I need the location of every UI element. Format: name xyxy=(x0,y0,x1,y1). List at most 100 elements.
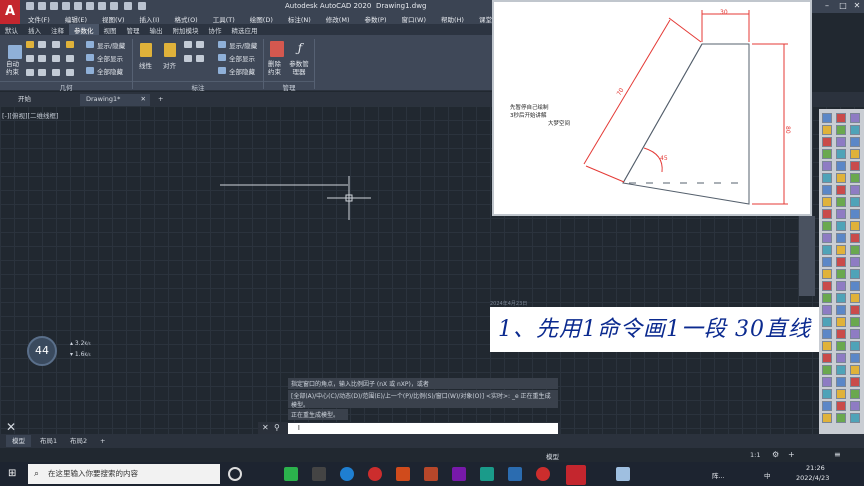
toolbar-tool-icon[interactable] xyxy=(850,413,860,423)
office-icon[interactable] xyxy=(396,467,410,481)
toolbar-tool-icon[interactable] xyxy=(836,353,846,363)
dim-hide-all-button[interactable]: 全部隐藏 xyxy=(229,66,255,76)
toolbar-tool-icon[interactable] xyxy=(836,305,846,315)
show-hide-icon[interactable] xyxy=(86,41,94,48)
menu-view[interactable]: 视图(V) xyxy=(94,13,132,24)
toolbar-tool-icon[interactable] xyxy=(850,197,860,207)
toolbar-tool-icon[interactable] xyxy=(850,161,860,171)
angular-icon[interactable] xyxy=(184,55,192,62)
toolbar-tool-icon[interactable] xyxy=(850,125,860,135)
capture-icon[interactable] xyxy=(536,467,550,481)
tab-addins[interactable]: 附加模块 xyxy=(168,24,204,35)
autocad-logo[interactable]: A xyxy=(0,0,20,24)
dim-show-hide-icon[interactable] xyxy=(218,41,226,48)
menu-help[interactable]: 帮助(H) xyxy=(433,13,471,24)
toolbar-tool-icon[interactable] xyxy=(822,365,832,375)
windows-start-icon[interactable]: ⊞ xyxy=(8,468,16,479)
symmetric-icon[interactable] xyxy=(52,69,60,76)
tab-featured-apps[interactable]: 精选应用 xyxy=(227,24,263,35)
autocad-lt-icon[interactable] xyxy=(480,467,494,481)
open-file-icon[interactable] xyxy=(38,2,46,10)
toolbar-tool-icon[interactable] xyxy=(822,173,832,183)
viewport-controls[interactable]: [-][俯视][二维线框] xyxy=(2,110,59,120)
fx-icon[interactable]: ƒ xyxy=(292,39,308,57)
toolbar-tool-icon[interactable] xyxy=(850,401,860,411)
clock-date[interactable]: 2022/4/23 xyxy=(796,474,829,482)
equal-icon[interactable] xyxy=(66,69,74,76)
toolbar-tool-icon[interactable] xyxy=(850,365,860,375)
toolbar-tool-icon[interactable] xyxy=(822,281,832,291)
dim-show-all-button[interactable]: 全部显示 xyxy=(229,53,255,63)
save-as-icon[interactable] xyxy=(62,2,70,10)
toolbar-tool-icon[interactable] xyxy=(836,209,846,219)
annotation-scale[interactable]: 1:1 xyxy=(750,451,760,459)
toolbar-tool-icon[interactable] xyxy=(822,221,832,231)
close-command-icon[interactable]: ✕ xyxy=(262,423,269,432)
parallel-icon[interactable] xyxy=(26,55,34,62)
menu-insert[interactable]: 插入(I) xyxy=(132,13,167,24)
diameter-icon[interactable] xyxy=(196,41,204,48)
command-input[interactable]: l xyxy=(288,423,558,434)
toolbar-tool-icon[interactable] xyxy=(850,149,860,159)
menu-icon[interactable]: ≡ xyxy=(834,450,841,459)
toolbar-tool-icon[interactable] xyxy=(822,245,832,255)
convert-icon[interactable] xyxy=(196,55,204,62)
toolbar-tool-icon[interactable] xyxy=(836,341,846,351)
coincident-icon[interactable] xyxy=(26,41,34,48)
toolbar-tool-icon[interactable] xyxy=(836,137,846,147)
tab-annotate[interactable]: 注释 xyxy=(46,24,69,35)
toolbar-tool-icon[interactable] xyxy=(836,365,846,375)
tab-model[interactable]: 模型 xyxy=(6,435,31,447)
linear-button[interactable]: 线性 xyxy=(139,60,152,70)
toolbar-tool-icon[interactable] xyxy=(822,257,832,267)
add-layout-button[interactable]: + xyxy=(94,435,111,447)
onenote-icon[interactable] xyxy=(452,467,466,481)
toolbar-tool-icon[interactable] xyxy=(822,401,832,411)
dimensional-panel-title[interactable]: 标注 xyxy=(133,81,263,92)
aligned-icon[interactable] xyxy=(164,43,176,57)
dim-show-all-icon[interactable] xyxy=(218,54,226,61)
plot-icon[interactable] xyxy=(86,2,94,10)
concentric-icon[interactable] xyxy=(52,41,60,48)
customize-icon[interactable]: ⚲ xyxy=(274,423,280,432)
toolbar-tool-icon[interactable] xyxy=(822,185,832,195)
toolbar-tool-icon[interactable] xyxy=(836,401,846,411)
delete-constraint-button[interactable]: 删除约束 xyxy=(268,60,286,76)
toolbar-tool-icon[interactable] xyxy=(850,245,860,255)
menu-draw[interactable]: 绘图(D) xyxy=(242,13,280,24)
auto-constrain-button[interactable]: 自动约束 xyxy=(6,60,22,76)
save-icon[interactable] xyxy=(50,2,58,10)
tools-icon[interactable] xyxy=(616,467,630,481)
toolbar-tool-icon[interactable] xyxy=(850,305,860,315)
tab-collaborate[interactable]: 协作 xyxy=(204,24,227,35)
tab-drawing1[interactable]: Drawing1* ✕ xyxy=(80,94,150,106)
powerpoint-icon[interactable] xyxy=(424,467,438,481)
tab-output[interactable]: 输出 xyxy=(145,24,168,35)
tab-start[interactable]: 开始 xyxy=(12,94,37,106)
menu-format[interactable]: 格式(O) xyxy=(167,13,205,24)
toolbar-tool-icon[interactable] xyxy=(822,317,832,327)
clock-time[interactable]: 21:26 xyxy=(806,464,825,472)
web-icon[interactable] xyxy=(74,2,82,10)
toolbar-tool-icon[interactable] xyxy=(822,233,832,243)
dim-show-hide-button[interactable]: 显示/隐藏 xyxy=(229,40,257,50)
toolbar-tool-icon[interactable] xyxy=(850,377,860,387)
toolbar-tool-icon[interactable] xyxy=(836,149,846,159)
taskbar-search[interactable]: ⌕ 在这里输入你要搜索的内容 xyxy=(28,464,220,484)
app-icon[interactable] xyxy=(508,467,522,481)
parameters-manager-button[interactable]: 参数管理器 xyxy=(288,60,310,76)
toolbar-tool-icon[interactable] xyxy=(850,209,860,219)
delete-constraint-icon[interactable] xyxy=(270,41,284,57)
toolbar-tool-icon[interactable] xyxy=(850,341,860,351)
share-icon[interactable] xyxy=(138,2,146,10)
toolbar-tool-icon[interactable] xyxy=(850,353,860,363)
toolbar-tool-icon[interactable] xyxy=(836,413,846,423)
toolbar-tool-icon[interactable] xyxy=(822,161,832,171)
show-all-button[interactable]: 全部显示 xyxy=(97,53,123,63)
aligned-button[interactable]: 对齐 xyxy=(163,60,176,70)
toolbar-tool-icon[interactable] xyxy=(822,113,832,123)
toolbar-tool-icon[interactable] xyxy=(850,221,860,231)
toolbar-tool-icon[interactable] xyxy=(850,233,860,243)
toolbar-tool-icon[interactable] xyxy=(836,269,846,279)
new-tab-button[interactable]: + xyxy=(152,94,169,106)
